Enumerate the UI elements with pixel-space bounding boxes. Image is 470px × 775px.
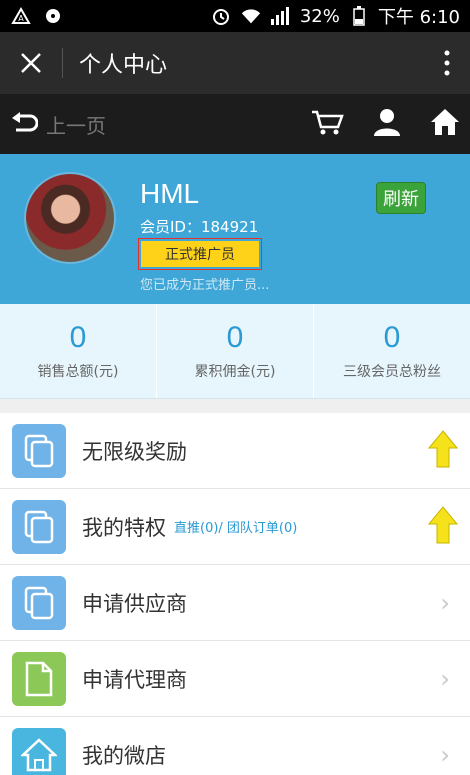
signal-icon: [270, 6, 292, 26]
user-name: HML: [140, 178, 200, 209]
member-id: 会员ID：184921: [140, 218, 259, 236]
menu-item-unlimited-rewards[interactable]: 无限级奖励: [0, 413, 470, 489]
avatar[interactable]: [24, 172, 116, 264]
role-badge-label: 正式推广员: [141, 241, 259, 267]
home-icon: [12, 727, 66, 775]
stat-value: 0: [383, 321, 401, 354]
menu-item-label: 我的微店: [82, 743, 166, 768]
stat-sales-total[interactable]: 0 销售总额(元): [0, 304, 157, 398]
menu-item-sublabel[interactable]: 直推(0)/ 团队订单(0): [174, 517, 297, 536]
alarm-icon: [210, 6, 232, 26]
svg-text:A: A: [18, 14, 24, 23]
menu-item-label: 无限级奖励: [82, 439, 187, 464]
back-icon: [12, 112, 38, 132]
stat-label: 三级会员总粉丝: [343, 364, 441, 380]
file-icon: [12, 651, 66, 706]
chevron-right-icon: ›: [440, 588, 450, 617]
stat-label: 销售总额(元): [37, 364, 119, 380]
menu-item-label: 申请代理商: [82, 667, 187, 692]
menu-item-my-shop[interactable]: 我的微店 ›: [0, 717, 470, 775]
role-badge: 正式推广员: [138, 238, 262, 270]
chevron-right-icon: ›: [440, 740, 450, 769]
close-icon: [21, 53, 41, 73]
chat-icon: [42, 6, 64, 26]
clock: 下午 6:10: [377, 7, 460, 28]
stat-label: 累积佣金(元): [194, 364, 276, 380]
menu-item-apply-supplier[interactable]: 申请供应商 ›: [0, 565, 470, 641]
divider: [62, 48, 63, 78]
menu-item-apply-agent[interactable]: 申请代理商 ›: [0, 641, 470, 717]
battery-icon: [348, 6, 370, 26]
close-button[interactable]: [0, 32, 62, 94]
stat-commission[interactable]: 0 累积佣金(元): [157, 304, 314, 398]
menu-item-label: 申请供应商: [82, 591, 187, 616]
nav-bar: 上一页: [0, 94, 470, 154]
stat-value: 0: [69, 321, 87, 354]
copy-icon: [12, 423, 66, 478]
stats-bar: 0 销售总额(元) 0 累积佣金(元) 0 三级会员总粉丝: [0, 304, 470, 399]
more-menu-button[interactable]: [424, 32, 470, 94]
user-icon: [374, 109, 400, 136]
profile-card: HML 会员ID：184921 正式推广员 您已成为正式推广员... 刷新: [0, 154, 470, 304]
back-label: 上一页: [46, 113, 106, 138]
battery-percent: 32%: [299, 5, 340, 27]
wifi-icon: [240, 6, 262, 26]
menu-list: 无限级奖励 我的特权 直推(0)/ 团队订单(0) 申请供应商 › 申请代理商 …: [0, 413, 470, 775]
profile-button[interactable]: [372, 108, 402, 140]
stat-value: 0: [226, 321, 244, 354]
chevron-right-icon: ›: [440, 664, 450, 693]
title-bar: 个人中心: [0, 32, 470, 94]
status-hint: 您已成为正式推广员...: [140, 278, 270, 293]
menu-item-label: 我的特权: [82, 515, 166, 540]
back-button[interactable]: 上一页: [10, 110, 106, 139]
more-vertical-icon: [444, 50, 450, 76]
page-title: 个人中心: [79, 53, 168, 78]
copy-icon: [12, 575, 66, 630]
stat-fans[interactable]: 0 三级会员总粉丝: [314, 304, 470, 398]
cart-icon: [312, 110, 344, 135]
status-bar: A 32% 下午 6:10: [0, 0, 470, 32]
copy-icon: [12, 499, 66, 554]
notification-icon: A: [10, 6, 32, 26]
menu-item-my-privileges[interactable]: 我的特权 直推(0)/ 团队订单(0): [0, 489, 470, 565]
arrow-up-icon: [427, 429, 459, 472]
home-icon: [431, 109, 459, 135]
cart-button[interactable]: [310, 109, 344, 139]
arrow-up-icon: [427, 505, 459, 548]
home-button[interactable]: [430, 108, 460, 140]
refresh-button[interactable]: 刷新: [376, 182, 426, 214]
